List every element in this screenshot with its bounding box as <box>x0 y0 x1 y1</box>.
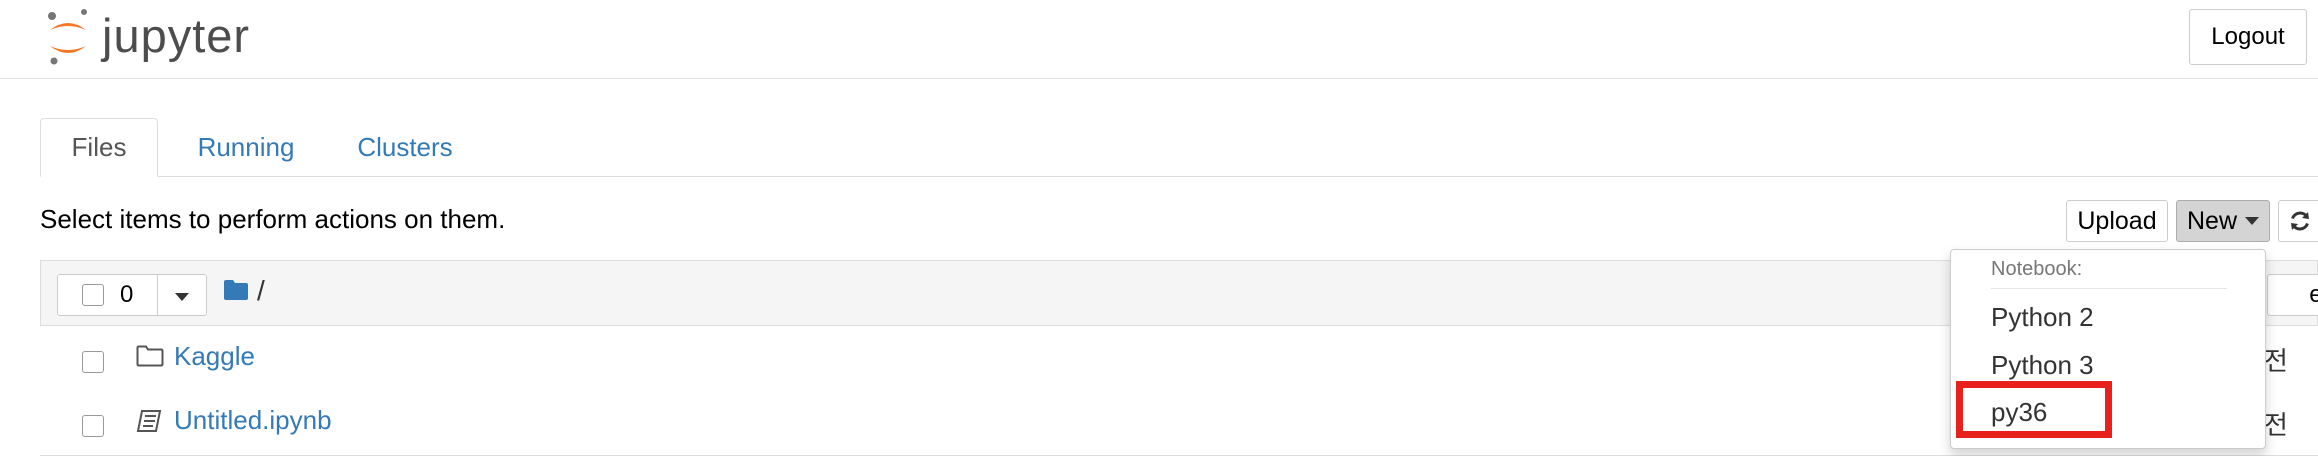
row-checkbox[interactable] <box>82 351 104 373</box>
instructions-text: Select items to perform actions on them. <box>40 204 506 234</box>
new-dropdown-button[interactable]: New <box>2176 200 2270 242</box>
divider <box>157 275 158 315</box>
file-modified: 전 <box>2264 346 2288 376</box>
menu-section-header: Notebook: <box>1991 258 2083 280</box>
sort-button[interactable]: ed <box>2267 274 2318 316</box>
jupyter-logo-icon <box>48 9 87 65</box>
jupyter-logo[interactable]: jupyter <box>44 6 264 68</box>
menu-item-python3[interactable]: Python 3 <box>1991 350 2094 381</box>
row-checkbox[interactable] <box>82 415 104 437</box>
selected-count: 0 <box>120 281 134 308</box>
highlight-annotation <box>1956 381 2112 438</box>
file-name-link[interactable]: Kaggle <box>174 341 255 372</box>
select-all-checkbox[interactable] <box>82 284 104 306</box>
folder-outline-icon <box>136 345 164 367</box>
tab-running[interactable]: Running <box>176 118 316 176</box>
breadcrumb-path[interactable]: / <box>257 275 265 307</box>
upload-button[interactable]: Upload <box>2066 200 2168 242</box>
new-button-label: New <box>2186 206 2237 235</box>
refresh-button[interactable] <box>2278 200 2318 242</box>
tab-bar: Files Running Clusters <box>40 118 2318 177</box>
select-caret-down-icon[interactable] <box>175 293 189 301</box>
menu-divider <box>1991 288 2227 289</box>
folder-icon[interactable] <box>223 279 249 301</box>
select-all-group[interactable]: 0 <box>57 274 207 316</box>
caret-down-icon <box>2245 217 2259 225</box>
sort-button-label: ed <box>2309 281 2318 308</box>
tab-files[interactable]: Files <box>40 118 158 177</box>
file-modified: 전 <box>2264 410 2288 440</box>
logout-button[interactable]: Logout <box>2189 9 2307 65</box>
tab-clusters[interactable]: Clusters <box>340 118 470 176</box>
header: jupyter Logout <box>0 0 2318 79</box>
refresh-icon <box>2291 211 2309 231</box>
file-name-link[interactable]: Untitled.ipynb <box>174 405 332 436</box>
logo-text: jupyter <box>102 9 251 62</box>
menu-item-python2[interactable]: Python 2 <box>1991 302 2094 333</box>
notebook-icon <box>136 410 162 432</box>
